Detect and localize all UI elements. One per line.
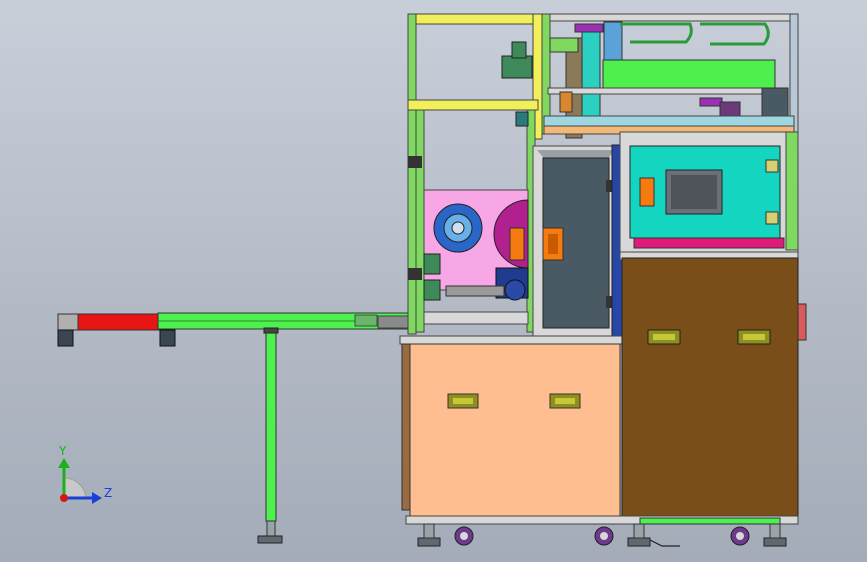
mount-bracket [408, 268, 422, 280]
conveyor-support-leg [265, 328, 277, 522]
leveling-foot [417, 537, 441, 547]
triad-z-label: Z [104, 486, 112, 500]
drive-motor [504, 279, 526, 301]
linear-rail [602, 59, 776, 89]
mount-bracket [408, 156, 422, 168]
triad-y-label: Y [58, 444, 67, 458]
leveling-foot [763, 537, 787, 547]
center-door [532, 144, 623, 341]
casters [417, 523, 787, 547]
infeed-conveyor [57, 312, 409, 544]
emergency-stop [639, 177, 655, 207]
conveyor-caster [57, 329, 74, 347]
x-axis-dot [60, 494, 68, 502]
printer-module [423, 189, 529, 325]
coordinate-triad: Y Z [58, 444, 112, 504]
control-panel [619, 131, 799, 253]
conveyor-caster [159, 329, 176, 347]
pneumatic-valve [501, 55, 533, 79]
leveling-foot [257, 535, 283, 544]
cabinet-right [621, 257, 799, 517]
cad-viewport: Y Z [57, 13, 807, 547]
cabinet-left [409, 343, 621, 517]
leveling-foot [627, 537, 651, 547]
